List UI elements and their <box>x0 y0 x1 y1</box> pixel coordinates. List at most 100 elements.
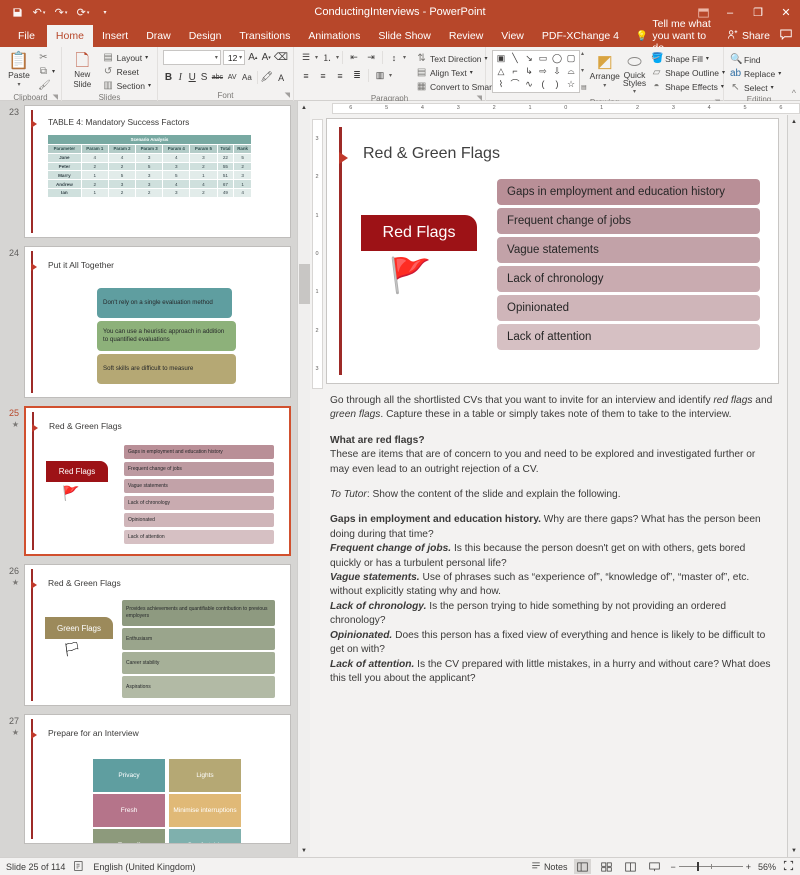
tab-transitions[interactable]: Transitions <box>230 25 299 47</box>
justify-icon[interactable]: ≣ <box>349 68 365 83</box>
slide-scroll-up-icon[interactable]: ▲ <box>787 115 800 128</box>
shapes-more-icon[interactable]: ▤ <box>581 84 587 91</box>
slide-counter[interactable]: Slide 25 of 114 <box>6 862 65 872</box>
save-icon[interactable] <box>7 3 27 23</box>
slide-scroll-down-icon[interactable]: ▼ <box>787 844 800 857</box>
shape-outline-button[interactable]: ▱ Shape Outline ▾ <box>649 66 727 79</box>
shape-left-brace-icon[interactable]: ( <box>542 80 545 89</box>
thumbnail-26[interactable]: Red & Green Flags Green Flags 🏳 Provides… <box>24 564 291 706</box>
customize-quick-access-toolbar-icon[interactable]: ▾ <box>95 3 115 23</box>
italic-button[interactable]: I <box>175 70 186 85</box>
shape-textbox-icon[interactable]: ▣ <box>497 54 506 63</box>
thumbnail-row-25[interactable]: 25 ★ Red & Green Flags Red Flags 🚩 Gaps … <box>0 406 297 564</box>
flag-item[interactable]: Lack of attention <box>497 324 760 350</box>
decrease-indent-icon[interactable]: ⇤ <box>346 50 362 65</box>
thumbnails-scroll-thumb[interactable] <box>298 264 310 304</box>
thumbnail-24[interactable]: Put it All Together Don't rely on a sing… <box>24 246 291 398</box>
new-slide-button[interactable]: 🗋 New Slide <box>66 49 99 90</box>
zoom-level[interactable]: 56% <box>758 862 776 872</box>
flag-item[interactable]: Lack of chronology <box>497 266 760 292</box>
columns-icon[interactable]: ▥ <box>372 68 388 83</box>
thumbnails-scrollbar[interactable]: ▲ ▼ <box>297 101 310 857</box>
reset-button[interactable]: ↺ Reset <box>101 65 153 78</box>
grow-font-button[interactable]: A ▴ <box>247 50 258 65</box>
thumbnail-row-27[interactable]: 27 ★ Prepare for an Interview Privacy Li… <box>0 714 297 852</box>
format-painter-button[interactable]: 🖌 <box>36 79 57 92</box>
shapes-scroll-up-icon[interactable]: ▴ <box>581 50 587 57</box>
redo-icon[interactable]: ↷ ▾ <box>51 3 71 23</box>
tab-pdf-xchange[interactable]: PDF-XChange 4 <box>533 25 628 47</box>
slideshow-icon[interactable] <box>646 859 663 874</box>
slide-area-scrollbar[interactable]: ▲ ▼ <box>787 115 800 857</box>
font-dialog-launcher[interactable]: ◥ <box>285 90 290 101</box>
arrange-button[interactable]: ◩ Arrange ▾ <box>590 50 620 91</box>
thumbnail-row-26[interactable]: 26 ★ Red & Green Flags Green Flags 🏳 Pro… <box>0 564 297 714</box>
tab-draw[interactable]: Draw <box>137 25 180 47</box>
collapse-ribbon-button[interactable]: ^ <box>792 88 796 98</box>
thumbnail-row-24[interactable]: 24 Put it All Together Don't rely on a s… <box>0 246 297 406</box>
fit-to-window-icon[interactable] <box>783 860 794 873</box>
flag-item[interactable]: Frequent change of jobs <box>497 208 760 234</box>
quick-styles-button[interactable]: ⬭ Quick Styles ▾ <box>623 50 646 97</box>
tab-animations[interactable]: Animations <box>299 25 369 47</box>
increase-indent-icon[interactable]: ⇥ <box>363 50 379 65</box>
undo-icon[interactable]: ↶ ▾ <box>29 3 49 23</box>
strikethrough-button[interactable]: abc <box>211 70 225 85</box>
shape-star-icon[interactable]: ☆ <box>567 80 575 89</box>
tab-file[interactable]: File <box>6 25 47 47</box>
shrink-font-button[interactable]: A ▾ <box>261 50 272 65</box>
tab-slide-show[interactable]: Slide Show <box>369 25 440 47</box>
slide-canvas[interactable]: Red & Green Flags Red Flags 🚩 Gaps in em… <box>326 118 779 384</box>
paste-button[interactable]: 📋 Paste ▾ <box>4 49 34 90</box>
vertical-ruler[interactable]: 3 2 1 0 1 2 3 <box>310 115 324 857</box>
shape-line-icon[interactable]: ╲ <box>512 54 517 63</box>
shape-oval-icon[interactable]: ◯ <box>552 54 562 63</box>
thumbnail-27[interactable]: Prepare for an Interview Privacy Lights … <box>24 714 291 844</box>
slide-sorter-icon[interactable] <box>598 859 615 874</box>
shapes-gallery-scroll[interactable]: ▴ ▾ ▤ <box>580 50 587 91</box>
cut-button[interactable]: ✂ <box>36 51 57 64</box>
font-name-combo[interactable]: ▾ <box>163 50 221 65</box>
bold-button[interactable]: B <box>163 70 174 85</box>
shape-elbow-icon[interactable]: ⌐ <box>512 67 517 76</box>
align-right-icon[interactable]: ≡ <box>332 68 348 83</box>
thumbnails-scroll-track[interactable] <box>297 114 310 844</box>
tab-review[interactable]: Review <box>440 25 492 47</box>
shape-rounded-rect-icon[interactable]: ▢ <box>567 54 576 63</box>
shapes-gallery[interactable]: ▣ ╲ ↘ ▭ ◯ ▢ △ ⌐ ↳ ⇨ ⇩ ⌓ ⌇ ⌒ ∿ () ☆ <box>492 50 580 93</box>
restore-button[interactable]: ❐ <box>744 0 772 25</box>
notes-button[interactable]: Notes <box>531 861 567 873</box>
shape-right-brace-icon[interactable]: ) <box>556 80 559 89</box>
character-spacing-button[interactable]: AV <box>225 70 239 85</box>
find-button[interactable]: 🔍 Find <box>728 53 783 66</box>
font-size-combo[interactable]: 12 ▾ <box>222 50 246 65</box>
tab-design[interactable]: Design <box>180 25 231 47</box>
minimize-button[interactable]: – <box>716 0 744 25</box>
tab-home[interactable]: Home <box>46 25 93 47</box>
replace-button[interactable]: ab Replace ▾ <box>728 67 783 80</box>
reading-view-icon[interactable] <box>622 859 639 874</box>
copy-button[interactable]: ⧉ ▾ <box>36 65 57 78</box>
zoom-out-button[interactable]: − <box>670 862 675 872</box>
notes-pane[interactable]: Go through all the shortlisted CVs that … <box>326 390 779 857</box>
slide-title[interactable]: Red & Green Flags <box>363 145 500 163</box>
underline-button[interactable]: U <box>187 70 198 85</box>
close-button[interactable]: ✕ <box>772 0 800 25</box>
align-left-icon[interactable]: ≡ <box>298 68 314 83</box>
shape-effects-button[interactable]: ◓ Shape Effects ▾ <box>649 80 727 93</box>
thumbnail-23[interactable]: TABLE 4: Mandatory Success Factors Scena… <box>24 105 291 238</box>
font-color-button[interactable]: A <box>274 70 288 85</box>
section-button[interactable]: ▥ Section ▾ <box>101 79 153 92</box>
flag-item[interactable]: Gaps in employment and education history <box>497 179 760 205</box>
text-highlight-color-button[interactable]: 🖍 <box>261 70 274 85</box>
align-center-icon[interactable]: ≡ <box>315 68 331 83</box>
layout-button[interactable]: ▤ Layout ▾ <box>101 51 153 64</box>
change-case-button[interactable]: Aa <box>240 70 254 85</box>
bullets-icon[interactable]: ☰ <box>298 50 314 65</box>
zoom-slider[interactable]: − + <box>670 862 751 872</box>
normal-view-icon[interactable] <box>574 859 592 874</box>
zoom-in-button[interactable]: + <box>746 862 751 872</box>
tab-view[interactable]: View <box>492 25 533 47</box>
red-flags-badge[interactable]: Red Flags <box>361 215 477 251</box>
line-spacing-icon[interactable]: ↕ <box>386 50 402 65</box>
